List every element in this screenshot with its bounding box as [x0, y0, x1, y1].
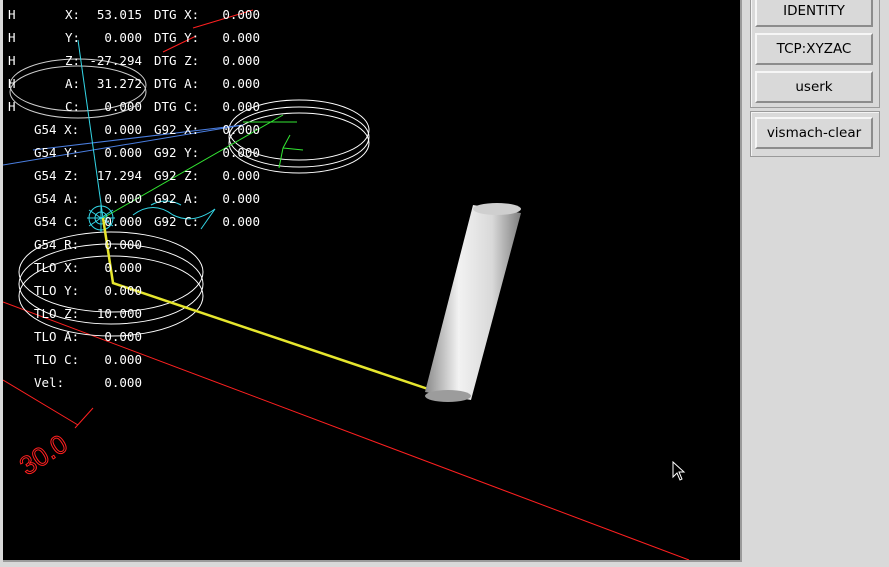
- dro-axis-value: 0.000: [104, 122, 142, 137]
- dro-axis-label: TLO X:: [34, 260, 80, 275]
- homed-indicator: H: [8, 30, 16, 45]
- button-group-vismach: vismach-clear: [750, 111, 880, 157]
- dro-dtg-value: 0.000: [222, 76, 260, 91]
- dro-axis-label: Y:: [65, 30, 81, 45]
- userk-button[interactable]: userk: [755, 71, 873, 103]
- dro-row: TLO X: 0.000: [3, 256, 303, 279]
- dro-axis-value: 31.272: [96, 76, 142, 91]
- dro-axis-label: G54 Y:: [34, 145, 80, 160]
- mouse-pointer-icon: [672, 461, 686, 481]
- dro-axis-label: TLO C:: [34, 352, 80, 367]
- dro-axis-value: 0.000: [104, 30, 142, 45]
- dro-dtg-value: 0.000: [222, 214, 260, 229]
- dro-axis-value: 53.015: [96, 7, 142, 22]
- dro-dtg-value: 0.000: [222, 53, 260, 68]
- dro-axis-label: G54 X:: [34, 122, 80, 137]
- dro-axis-value: 0.000: [104, 99, 142, 114]
- dro-axis-label: Vel:: [34, 375, 65, 390]
- identity-button[interactable]: IDENTITY: [755, 0, 873, 27]
- dro-axis-value: 10.000: [96, 306, 142, 321]
- dro-axis-label: A:: [65, 76, 81, 91]
- dro-axis-value: 0.000: [104, 237, 142, 252]
- button-group-views: IDENTITY TCP:XYZAC userk: [750, 0, 880, 108]
- dro-dtg-label: DTG X:: [154, 7, 200, 22]
- dro-dtg-value: 0.000: [222, 99, 260, 114]
- dro-row: G54 R: 0.000: [3, 233, 303, 256]
- dro-row: G54 Z: 17.294 G92 Z: 0.000: [3, 164, 303, 187]
- dro-dtg-label: DTG Z:: [154, 53, 200, 68]
- dro-axis-value: 0.000: [104, 352, 142, 367]
- homed-indicator: H: [8, 99, 16, 114]
- dro-axis-value: -27.294: [89, 53, 142, 68]
- dro-row: G54 C: 0.000 G92 C: 0.000: [3, 210, 303, 233]
- dro-dtg-value: 0.000: [222, 7, 260, 22]
- tool-cylinder: [425, 203, 521, 402]
- vismach-clear-button[interactable]: vismach-clear: [755, 117, 873, 149]
- dro-dtg-value: 0.000: [222, 168, 260, 183]
- dro-axis-label: X:: [65, 7, 81, 22]
- tcp-xyzac-button[interactable]: TCP:XYZAC: [755, 33, 873, 65]
- dro-dtg-label: DTG Y:: [154, 30, 200, 45]
- dro-dtg-label: DTG C:: [154, 99, 200, 114]
- dro-axis-label: G54 A:: [34, 191, 80, 206]
- homed-indicator: H: [8, 7, 16, 22]
- dro-row: TLO Z: 10.000: [3, 302, 303, 325]
- dro-dtg-value: 0.000: [222, 145, 260, 160]
- dro-dtg-label: DTG A:: [154, 76, 200, 91]
- dro-row: Vel: 0.000: [3, 371, 303, 394]
- dro-row: TLO C: 0.000: [3, 348, 303, 371]
- dro-row: TLO Y: 0.000: [3, 279, 303, 302]
- dro-axis-value: 17.294: [96, 168, 142, 183]
- dro-axis-label: TLO A:: [34, 329, 80, 344]
- homed-indicator: H: [8, 76, 16, 91]
- dro-dtg-label: G92 Y:: [154, 145, 200, 160]
- side-panel: IDENTITY TCP:XYZAC userk vismach-clear: [744, 0, 889, 567]
- dro-axis-value: 0.000: [104, 191, 142, 206]
- preview-3d-viewport[interactable]: 30.0 H X: 53.015 DTG X: 0.000 H Y: 0.000…: [3, 0, 742, 562]
- dro-row: G54 X: 0.000 G92 X: 0.000: [3, 118, 303, 141]
- dro-row: H A: 31.272 DTG A: 0.000: [3, 72, 303, 95]
- dimension-label: 30.0: [14, 428, 73, 481]
- dimension-tick: [74, 407, 94, 429]
- dro-axis-value: 0.000: [104, 214, 142, 229]
- dro-row: H C: 0.000 DTG C: 0.000: [3, 95, 303, 118]
- dro-row: H X: 53.015 DTG X: 0.000: [3, 3, 303, 26]
- dro-axis-value: 0.000: [104, 283, 142, 298]
- dro-axis-label: TLO Z:: [34, 306, 80, 321]
- dro-axis-label: TLO Y:: [34, 283, 80, 298]
- dro-axis-label: G54 R:: [34, 237, 80, 252]
- dro-dtg-label: G92 X:: [154, 122, 200, 137]
- dro-dtg-label: G92 C:: [154, 214, 200, 229]
- dro-dtg-value: 0.000: [222, 122, 260, 137]
- dro-axis-value: 0.000: [104, 329, 142, 344]
- dro-row: TLO A: 0.000: [3, 325, 303, 348]
- dro-dtg-value: 0.000: [222, 30, 260, 45]
- dro-row: H Z: -27.294 DTG Z: 0.000: [3, 49, 303, 72]
- dro-dtg-value: 0.000: [222, 191, 260, 206]
- dro-axis-value: 0.000: [104, 260, 142, 275]
- dro-row: G54 Y: 0.000 G92 Y: 0.000: [3, 141, 303, 164]
- dro-axis-label: Z:: [65, 53, 81, 68]
- dro-row: G54 A: 0.000 G92 A: 0.000: [3, 187, 303, 210]
- dro-axis-label: G54 C:: [34, 214, 80, 229]
- dro-axis-label: C:: [65, 99, 81, 114]
- dro-dtg-label: G92 Z:: [154, 168, 200, 183]
- dro-axis-value: 0.000: [104, 145, 142, 160]
- dro-row: H Y: 0.000 DTG Y: 0.000: [3, 26, 303, 49]
- dro-axis-label: G54 Z:: [34, 168, 80, 183]
- dro-dtg-label: G92 A:: [154, 191, 200, 206]
- dro-axis-value: 0.000: [104, 375, 142, 390]
- homed-indicator: H: [8, 53, 16, 68]
